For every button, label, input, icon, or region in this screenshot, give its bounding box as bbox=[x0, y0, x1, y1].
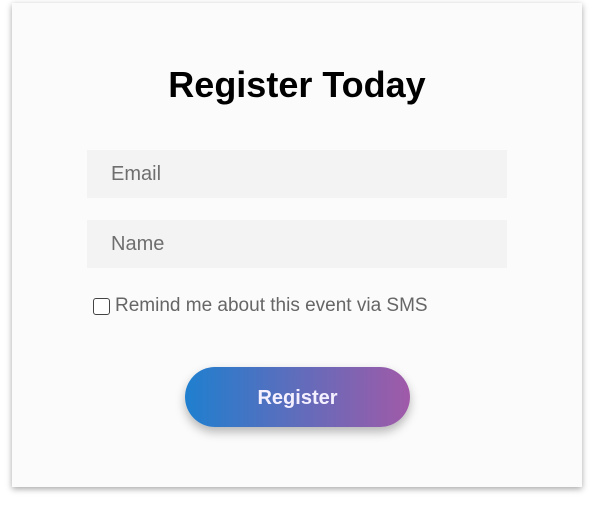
sms-reminder-checkbox[interactable] bbox=[93, 297, 110, 315]
sms-reminder-label: Remind me about this event via SMS bbox=[115, 295, 428, 316]
email-field[interactable] bbox=[87, 150, 507, 198]
sms-reminder-option[interactable]: Remind me about this event via SMS bbox=[93, 295, 428, 317]
register-button[interactable]: Register bbox=[185, 367, 410, 427]
registration-card: Register Today Remind me about this even… bbox=[12, 3, 582, 487]
name-field[interactable] bbox=[87, 220, 507, 268]
page-title: Register Today bbox=[168, 64, 426, 105]
